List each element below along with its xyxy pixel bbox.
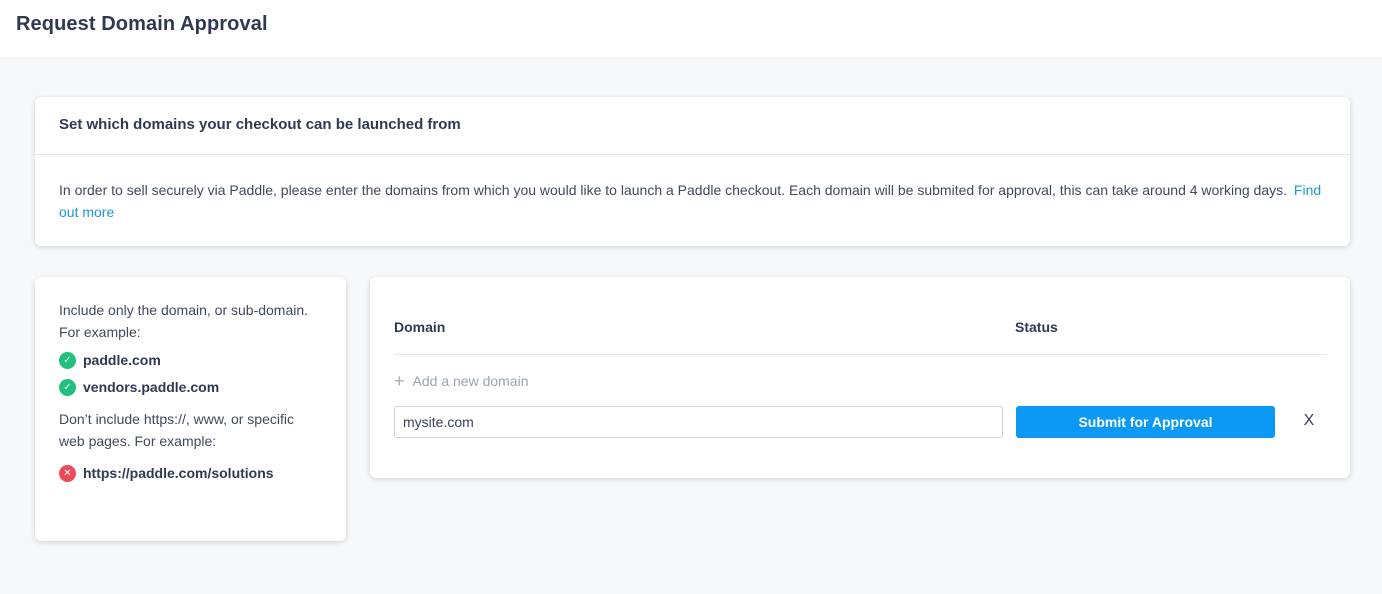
good-example-text: paddle.com bbox=[83, 352, 161, 368]
good-example: ✓ vendors.paddle.com bbox=[59, 376, 322, 398]
exclude-instructions: Don’t include https://, www, or specific… bbox=[59, 411, 294, 449]
status-column-header: Status bbox=[1015, 319, 1058, 335]
close-icon[interactable]: X bbox=[1299, 410, 1319, 432]
check-icon: ✓ bbox=[59, 351, 76, 369]
good-example: ✓ paddle.com bbox=[59, 349, 322, 371]
add-domain-button[interactable]: + Add a new domain bbox=[394, 372, 528, 390]
intro-body: In order to sell securely via Paddle, pl… bbox=[35, 155, 1350, 223]
domain-table-card: Domain Status + Add a new domain Submit … bbox=[370, 277, 1350, 478]
cross-icon: ✕ bbox=[59, 464, 76, 482]
good-example-text: vendors.paddle.com bbox=[83, 379, 220, 395]
table-divider bbox=[394, 354, 1327, 355]
intro-text: In order to sell securely via Paddle, pl… bbox=[59, 182, 1288, 198]
intro-card: Set which domains your checkout can be l… bbox=[35, 97, 1350, 246]
plus-icon: + bbox=[394, 371, 405, 391]
page-title: Request Domain Approval bbox=[16, 13, 268, 35]
domain-column-header: Domain bbox=[394, 319, 446, 335]
top-bar: Request Domain Approval bbox=[0, 0, 1382, 57]
add-domain-label: Add a new domain bbox=[412, 373, 529, 389]
help-card: Include only the domain, or sub-domain. … bbox=[35, 277, 346, 541]
bad-example: ✕ https://paddle.com/solutions bbox=[59, 462, 322, 484]
bad-example-text: https://paddle.com/solutions bbox=[83, 465, 274, 481]
domain-input[interactable] bbox=[394, 406, 1003, 438]
intro-heading: Set which domains your checkout can be l… bbox=[35, 97, 1350, 155]
submit-for-approval-button[interactable]: Submit for Approval bbox=[1016, 406, 1275, 438]
include-instructions: Include only the domain, or sub-domain. … bbox=[59, 302, 309, 340]
check-icon: ✓ bbox=[59, 378, 76, 396]
